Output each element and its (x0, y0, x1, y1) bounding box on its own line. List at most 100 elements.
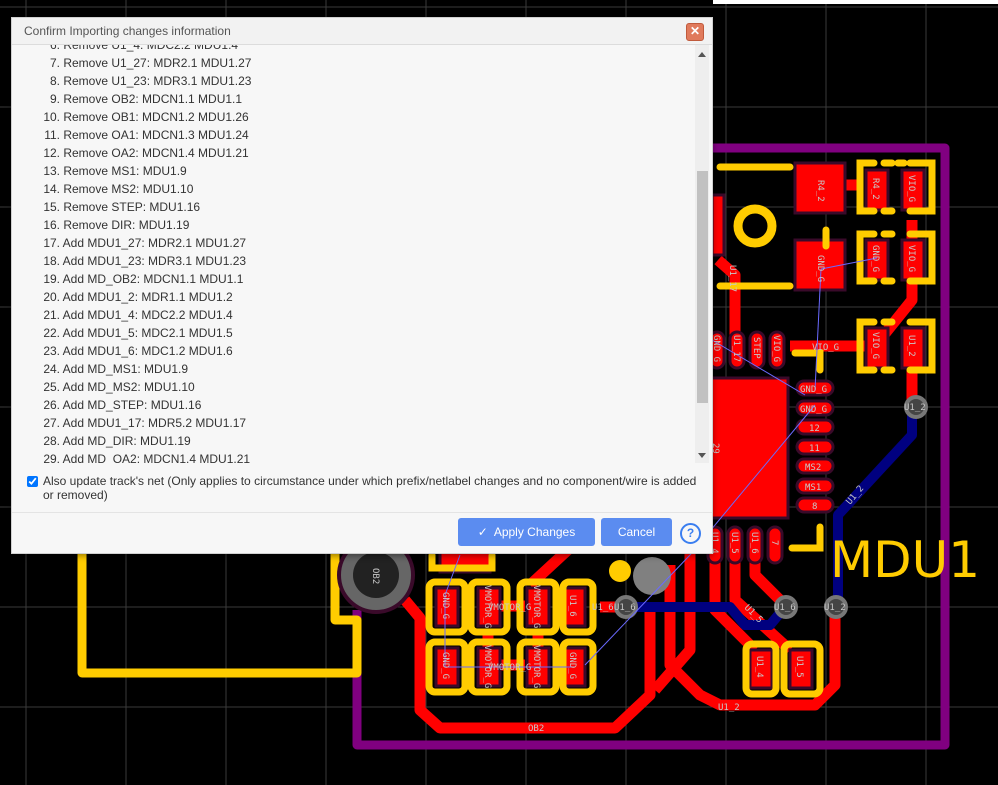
update-track-net-option[interactable]: Also update track's net (Only applies to… (27, 474, 702, 502)
change-number: 13. (43, 164, 60, 178)
change-number: 26. (43, 398, 60, 412)
dialog-footer: ✓ Apply Changes Cancel ? (12, 512, 712, 554)
close-icon: ✕ (689, 24, 701, 38)
change-list-item: 7. Remove U1_27: MDR2.1 MDU1.27 (12, 54, 692, 72)
change-number: 8. (49, 74, 60, 88)
dialog-title: Confirm Importing changes information (24, 24, 231, 38)
svg-text:OB2: OB2 (528, 724, 544, 734)
svg-text:GND_G: GND_G (870, 245, 880, 272)
change-list-item: 17. Add MDU1_27: MDR2.1 MDU1.27 (12, 234, 692, 252)
change-text: Remove OB1: MDCN1.2 MDU1.26 (63, 110, 249, 124)
svg-text:U1_6: U1_6 (774, 603, 796, 613)
svg-text:R4_2: R4_2 (870, 178, 880, 200)
change-list-item: 20. Add MDU1_2: MDR1.1 MDU1.2 (12, 288, 692, 306)
change-list-item: 10. Remove OB1: MDCN1.2 MDU1.26 (12, 108, 692, 126)
svg-text:VIO_G: VIO_G (870, 332, 880, 359)
svg-text:VIO_G: VIO_G (906, 175, 916, 202)
change-number: 19. (43, 272, 60, 286)
change-list-item: 28. Add MD_DIR: MDU1.19 (12, 432, 692, 450)
svg-text:R4_2: R4_2 (815, 180, 825, 202)
change-list-item: 23. Add MDU1_6: MDC1.2 MDU1.6 (12, 342, 692, 360)
top-bar-edge (713, 0, 998, 4)
change-number: 9. (49, 92, 60, 106)
change-list-item: 13. Remove MS1: MDU1.9 (12, 162, 692, 180)
svg-text:U1_6: U1_6 (614, 603, 636, 613)
svg-text:U1_2: U1_2 (904, 403, 926, 413)
help-icon: ? (686, 526, 695, 540)
change-number: 15. (43, 200, 60, 214)
svg-text:U1_17: U1_17 (731, 335, 741, 362)
svg-text:MS2: MS2 (805, 463, 821, 473)
svg-text:U1_2: U1_2 (906, 335, 916, 357)
change-number: 11. (44, 128, 60, 142)
change-number: 18. (43, 254, 60, 268)
change-list-item: 29. Add MD_OA2: MDCN1.4 MDU1.21 (12, 450, 692, 463)
change-number: 23. (43, 344, 60, 358)
via-large[interactable] (633, 557, 671, 595)
change-text: Remove DIR: MDU1.19 (63, 218, 190, 232)
cancel-button[interactable]: Cancel (601, 518, 672, 546)
change-text: Add MDU1_2: MDR1.1 MDU1.2 (62, 290, 233, 304)
change-text: Add MD_OB2: MDCN1.1 MDU1.1 (62, 272, 244, 286)
scrollbar[interactable] (695, 45, 709, 463)
change-list-item: 27. Add MDU1_17: MDR5.2 MDU1.17 (12, 414, 692, 432)
change-number: 6. (49, 45, 60, 52)
change-text: Add MDU1_5: MDC2.1 MDU1.5 (62, 326, 233, 340)
change-list-item: 6. Remove U1_4: MDC2.2 MDU1.4 (12, 45, 692, 54)
svg-text:GND_G: GND_G (440, 652, 450, 679)
change-number: 20. (43, 290, 60, 304)
svg-text:OB2: OB2 (370, 568, 380, 584)
change-number: 22. (43, 326, 60, 340)
change-list-item: 24. Add MD_MS1: MDU1.9 (12, 360, 692, 378)
svg-text:U1_2: U1_2 (824, 603, 846, 613)
change-list-item: 19. Add MD_OB2: MDCN1.1 MDU1.1 (12, 270, 692, 288)
svg-text:VIO_G: VIO_G (771, 335, 781, 362)
change-text: Add MDU1_23: MDR3.1 MDU1.23 (62, 254, 247, 268)
change-number: 27. (43, 416, 60, 430)
change-list-item: 21. Add MDU1_4: MDC2.2 MDU1.4 (12, 306, 692, 324)
change-list-item: 14. Remove MS2: MDU1.10 (12, 180, 692, 198)
change-list-item: 12. Remove OA2: MDCN1.4 MDU1.21 (12, 144, 692, 162)
change-number: 16. (43, 218, 60, 232)
change-text: Add MD_STEP: MDU1.16 (62, 398, 202, 412)
change-number: 12. (43, 146, 60, 160)
svg-text:GND_G: GND_G (815, 255, 825, 282)
svg-text:U1_2: U1_2 (718, 703, 740, 713)
change-text: Remove U1_27: MDR2.1 MDU1.27 (63, 56, 252, 70)
svg-text:GND_G: GND_G (567, 652, 577, 679)
svg-text:VMOTOR_G: VMOTOR_G (531, 645, 541, 688)
change-number: 28. (43, 434, 60, 448)
svg-text:U1_5: U1_5 (729, 532, 739, 554)
update-track-net-label: Also update track's net (Only applies to… (43, 474, 697, 502)
change-number: 25. (43, 380, 60, 394)
change-text: Remove OA1: MDCN1.3 MDU1.24 (63, 128, 249, 142)
svg-text:VMOTOR_G: VMOTOR_G (488, 603, 531, 613)
scrollbar-thumb[interactable] (697, 171, 708, 403)
update-track-net-checkbox[interactable] (27, 476, 38, 487)
change-list-item: 11. Remove OA1: MDCN1.3 MDU1.24 (12, 126, 692, 144)
svg-text:8: 8 (812, 502, 817, 512)
help-button[interactable]: ? (680, 523, 701, 544)
svg-text:GND_G: GND_G (800, 385, 827, 395)
svg-text:VIO_G: VIO_G (906, 245, 916, 272)
apply-changes-button[interactable]: ✓ Apply Changes (458, 518, 595, 546)
scroll-down-arrow-icon[interactable] (698, 453, 706, 458)
svg-text:STEP: STEP (751, 337, 761, 359)
svg-text:U1_4: U1_4 (754, 656, 764, 678)
change-list-item: 9. Remove OB2: MDCN1.1 MDU1.1 (12, 90, 692, 108)
change-number: 7. (49, 56, 60, 70)
close-button[interactable]: ✕ (686, 23, 704, 41)
change-text: Remove STEP: MDU1.16 (63, 200, 201, 214)
change-text: Add MDU1_27: MDR2.1 MDU1.27 (62, 236, 247, 250)
scroll-up-arrow-icon[interactable] (698, 52, 706, 57)
ic-body-pad (708, 376, 790, 520)
change-text: Add MDU1_17: MDR5.2 MDU1.17 (62, 416, 247, 430)
change-list-item: 26. Add MD_STEP: MDU1.16 (12, 396, 692, 414)
change-text: Remove OA2: MDCN1.4 MDU1.21 (63, 146, 249, 160)
change-list-item: 22. Add MDU1_5: MDC2.1 MDU1.5 (12, 324, 692, 342)
changes-list: 6. Remove U1_4: MDC2.2 MDU1.4 7. Remove U… (12, 45, 692, 463)
svg-text:U1_5: U1_5 (794, 656, 804, 678)
change-number: 14. (43, 182, 60, 196)
change-text: Add MD_OA2: MDCN1.4 MDU1.21 (62, 452, 251, 463)
change-text: Add MD_DIR: MDU1.19 (62, 434, 191, 448)
